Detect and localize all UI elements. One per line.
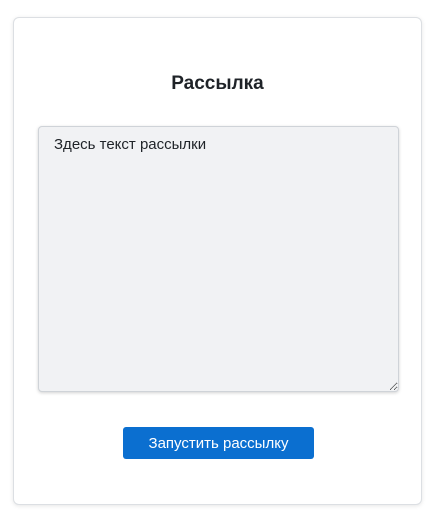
page-title: Рассылка [171, 73, 264, 94]
start-mailing-button[interactable]: Запустить рассылку [123, 427, 314, 459]
message-textarea[interactable] [38, 126, 399, 392]
mailing-card: Рассылка Запустить рассылку [13, 17, 422, 505]
message-field-wrapper [38, 126, 399, 392]
